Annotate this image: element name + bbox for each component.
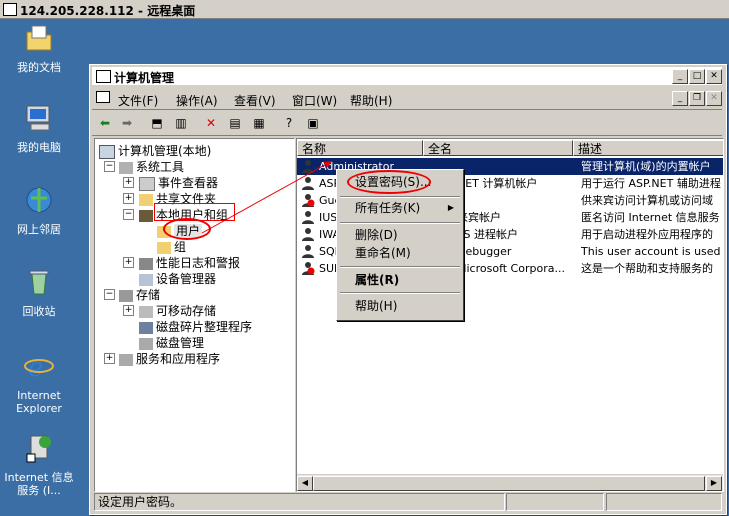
tree-device-manager[interactable]: 设备管理器	[139, 270, 216, 287]
desktop-icon-internet-explorer[interactable]: e Internet Explorer	[2, 350, 76, 415]
horizontal-scrollbar[interactable]: ◀ ▶	[297, 474, 723, 491]
scroll-left-button[interactable]: ◀	[297, 476, 313, 491]
child-restore-button[interactable]: ❐	[689, 91, 705, 106]
disabled-user-icon	[302, 262, 315, 275]
tree-root[interactable]: 计算机管理(本地)	[99, 142, 211, 159]
ctx-separator	[340, 196, 460, 198]
window-menu-icon[interactable]	[96, 91, 110, 103]
desktop-icon-my-computer[interactable]: 我的电脑	[2, 102, 76, 154]
child-close-button[interactable]: ✕	[706, 91, 722, 106]
window-title: 计算机管理	[114, 71, 175, 85]
desktop-icon-my-documents[interactable]: 我的文档	[2, 22, 76, 74]
menubar: 文件(F) 操作(A) 查看(V) 窗口(W) 帮助(H) _ ❐ ✕	[92, 87, 722, 110]
submenu-arrow-icon: ▶	[447, 203, 454, 212]
desktop-icon-label: 网上邻居	[17, 223, 61, 236]
toolbar: ⬅ ➡ ⬒ ▥ ✕ ▤ ▦ ? ▣	[92, 111, 722, 136]
minimize-button[interactable]: _	[672, 69, 688, 84]
desktop-icon-iis[interactable]: Internet 信息服务 (I...	[2, 432, 76, 497]
statusbar: 设定用户密码。	[92, 493, 722, 511]
rdp-icon	[3, 3, 17, 16]
desktop-icon-label: 我的电脑	[17, 141, 61, 154]
tree-services-apps[interactable]: 服务和应用程序	[119, 350, 220, 367]
tree-removable-storage[interactable]: 可移动存储	[139, 302, 216, 319]
forward-icon[interactable]: ➡	[118, 114, 136, 132]
status-panel-3	[606, 493, 722, 511]
annotation-oval-set-password	[347, 170, 431, 194]
network-icon	[26, 187, 52, 213]
tree-perf-logs[interactable]: 性能日志和警报	[139, 254, 240, 271]
menu-action[interactable]: 操作(A)	[176, 92, 218, 109]
show-hide-tree-icon[interactable]: ▥	[172, 114, 190, 132]
up-level-icon[interactable]: ⬒	[148, 114, 166, 132]
menu-file[interactable]: 文件(F)	[118, 92, 158, 109]
desktop-icon-recycle-bin[interactable]: 回收站	[2, 266, 76, 318]
column-header-description[interactable]: 描述	[573, 140, 723, 156]
tree-groups[interactable]: 组	[157, 238, 186, 255]
scroll-right-button[interactable]: ▶	[706, 476, 722, 491]
delete-icon[interactable]: ✕	[202, 114, 220, 132]
ctx-separator	[340, 292, 460, 294]
desktop-icon-network[interactable]: 网上邻居	[2, 184, 76, 236]
column-header-fullname[interactable]: 全名	[423, 140, 573, 156]
maximize-button[interactable]: □	[689, 69, 705, 84]
documents-icon	[26, 25, 52, 51]
close-button[interactable]: ✕	[706, 69, 722, 84]
rdp-title: 124.205.228.112 - 远程桌面	[20, 4, 196, 18]
scroll-thumb[interactable]	[313, 476, 705, 491]
tree-disk-management[interactable]: 磁盘管理	[139, 334, 204, 351]
svg-text:e: e	[28, 353, 43, 382]
menu-window[interactable]: 窗口(W)	[292, 92, 337, 109]
ctx-separator	[340, 222, 460, 224]
user-icon	[302, 245, 314, 258]
desktop-icon-label: 我的文档	[17, 61, 61, 74]
rdp-titlebar: 124.205.228.112 - 远程桌面	[0, 0, 729, 19]
computer-icon	[26, 105, 50, 131]
ctx-properties[interactable]: 属性(R)	[340, 271, 460, 289]
action-pane-icon[interactable]: ▣	[304, 114, 322, 132]
window-app-icon	[96, 70, 111, 83]
child-minimize-button[interactable]: _	[672, 91, 688, 106]
properties-icon[interactable]: ▤	[226, 114, 244, 132]
status-text: 设定用户密码。	[94, 493, 505, 511]
recycle-bin-icon	[29, 270, 49, 295]
tree-storage[interactable]: 存储	[119, 286, 160, 303]
ctx-all-tasks[interactable]: 所有任务(K) ▶	[340, 199, 460, 217]
ie-icon: e	[24, 353, 54, 383]
iis-icon	[26, 435, 51, 463]
tree-system-tools[interactable]: 系统工具	[119, 158, 184, 175]
menu-view[interactable]: 查看(V)	[234, 92, 276, 109]
ctx-delete[interactable]: 删除(D)	[340, 226, 460, 244]
desktop-icon-label: 回收站	[22, 305, 56, 318]
column-header-name[interactable]: 名称	[297, 140, 423, 156]
menu-help[interactable]: 帮助(H)	[350, 92, 392, 109]
desktop-icon-label: Internet Explorer	[16, 389, 62, 415]
ctx-rename[interactable]: 重命名(M)	[340, 244, 460, 262]
window-titlebar: 计算机管理 _ □ ✕	[92, 67, 722, 85]
help-icon[interactable]: ?	[280, 114, 298, 132]
desktop-icon-label: Internet 信息服务 (I...	[4, 471, 74, 497]
ctx-help[interactable]: 帮助(H)	[340, 297, 460, 315]
export-list-icon[interactable]: ▦	[250, 114, 268, 132]
annotation-arrow	[201, 160, 333, 234]
tree-defrag[interactable]: 磁盘碎片整理程序	[139, 318, 252, 335]
ctx-separator	[340, 266, 460, 268]
status-panel-2	[506, 493, 604, 511]
back-icon[interactable]: ⬅	[96, 114, 114, 132]
